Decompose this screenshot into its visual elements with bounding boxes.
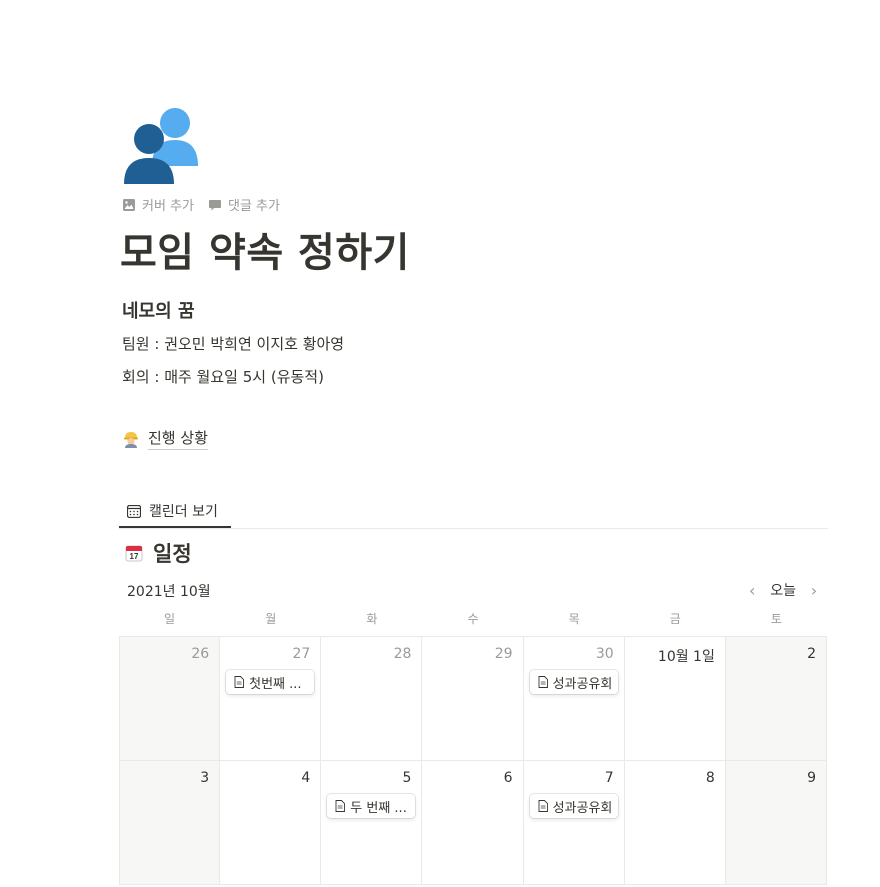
calendar-day-cell[interactable]: 26 — [119, 637, 221, 761]
day-number: 30 — [595, 646, 614, 662]
calendar-day-cell[interactable]: 4 — [220, 761, 322, 885]
day-number: 28 — [393, 646, 412, 662]
day-number: 26 — [191, 646, 210, 662]
day-number: 2 — [807, 646, 816, 662]
add-comment-button[interactable]: 댓글 추가 — [208, 195, 280, 214]
month-navigation: ‹ 오늘 › — [744, 580, 822, 600]
add-comment-label: 댓글 추가 — [227, 199, 280, 214]
weekday-label: 토 — [770, 612, 782, 626]
event-title: 성과공유회 — [552, 800, 613, 816]
add-cover-button[interactable]: 커버 추가 — [122, 195, 194, 214]
calendar-day-cell[interactable]: 2 — [725, 637, 827, 761]
chevron-right-icon[interactable]: › — [806, 581, 822, 600]
event-card[interactable]: 성과공유회 — [529, 670, 618, 694]
event-title: 첫번째 ... — [249, 676, 302, 692]
chevron-left-icon[interactable]: ‹ — [744, 581, 760, 600]
page-icon — [538, 676, 548, 688]
calendar-day-cell[interactable]: 28 — [321, 637, 423, 761]
event-title: 성과공유회 — [552, 676, 613, 692]
meeting-schedule-text[interactable]: 회의 : 매주 월요일 5시 (유동적) — [122, 366, 324, 387]
calendar-grid: 26 27 첫번째 ... 28 29 30 성과공유회 10월 1일 2 3 … — [119, 636, 827, 887]
event-card[interactable]: 성과공유회 — [529, 794, 618, 818]
page-icon — [538, 800, 548, 812]
day-number: 4 — [301, 770, 311, 786]
page-actions: 커버 추가 댓글 추가 — [122, 195, 280, 214]
calendar-day-cell[interactable]: 29 — [422, 637, 524, 761]
weekday-label: 월 — [265, 612, 277, 626]
progress-page-label: 진행 상황 — [148, 427, 208, 450]
image-icon — [123, 198, 135, 211]
construction-worker-icon — [124, 431, 138, 448]
page-title[interactable]: 모임 약속 정하기 — [120, 220, 410, 278]
weekday-label: 일 — [164, 612, 176, 626]
day-number: 5 — [402, 770, 412, 786]
team-name-heading[interactable]: 네모의 꿈 — [122, 297, 195, 323]
calendar-day-cell[interactable]: 7 성과공유회 — [523, 761, 625, 885]
day-number: 7 — [604, 770, 614, 786]
tab-calendar-view-label: 캘린더 보기 — [149, 504, 218, 520]
database-title[interactable]: 17 일정 — [125, 538, 192, 568]
weekday-header: 일 월 화 수 목 금 토 — [119, 610, 827, 627]
event-title: 두 번째 ... — [350, 800, 407, 816]
calendar-view-icon — [127, 504, 141, 518]
calendar-day-cell[interactable]: 27 첫번째 ... — [220, 637, 322, 761]
database-title-label: 일정 — [153, 542, 192, 566]
day-number: 9 — [807, 770, 816, 786]
calendar-day-cell[interactable]: 5 두 번째 ... — [321, 761, 423, 885]
event-card[interactable]: 두 번째 ... — [327, 794, 416, 818]
day-number: 6 — [503, 770, 513, 786]
current-month-label: 2021년 10월 — [127, 584, 211, 600]
weekday-label: 목 — [568, 612, 580, 626]
day-number: 3 — [200, 770, 210, 786]
page-icon — [234, 676, 245, 688]
page-icon — [335, 800, 346, 812]
day-number: 27 — [292, 646, 311, 662]
tab-calendar-view[interactable]: 캘린더 보기 — [119, 496, 231, 528]
event-card[interactable]: 첫번째 ... — [226, 670, 315, 694]
progress-page-link[interactable]: 진행 상황 — [122, 427, 208, 450]
day-number: 8 — [705, 770, 715, 786]
day-number: 29 — [494, 646, 513, 662]
add-cover-label: 커버 추가 — [142, 199, 194, 214]
calendar-day-cell[interactable]: 10월 1일 — [624, 637, 726, 761]
weekday-label: 금 — [669, 612, 681, 626]
view-tabs: 캘린더 보기 — [119, 496, 828, 529]
weekday-label: 수 — [467, 612, 479, 626]
calendar-day-cell[interactable]: 3 — [119, 761, 221, 885]
people-silhouette-icon[interactable] — [122, 106, 202, 186]
calendar-day-cell[interactable]: 9 — [725, 761, 827, 885]
calendar-day-cell[interactable]: 8 — [624, 761, 726, 885]
today-button[interactable]: 오늘 — [770, 580, 796, 600]
calendar-day-cell[interactable]: 30 성과공유회 — [523, 637, 625, 761]
calendar-day-cell[interactable]: 6 — [422, 761, 524, 885]
calendar-17-icon: 17 — [125, 545, 143, 562]
weekday-label: 화 — [366, 612, 378, 626]
team-members-text[interactable]: 팀원 : 권오민 박희연 이지호 황아영 — [122, 333, 344, 354]
comment-icon — [208, 199, 221, 210]
day-number: 10월 1일 — [657, 649, 715, 665]
svg-text:17: 17 — [130, 552, 139, 561]
